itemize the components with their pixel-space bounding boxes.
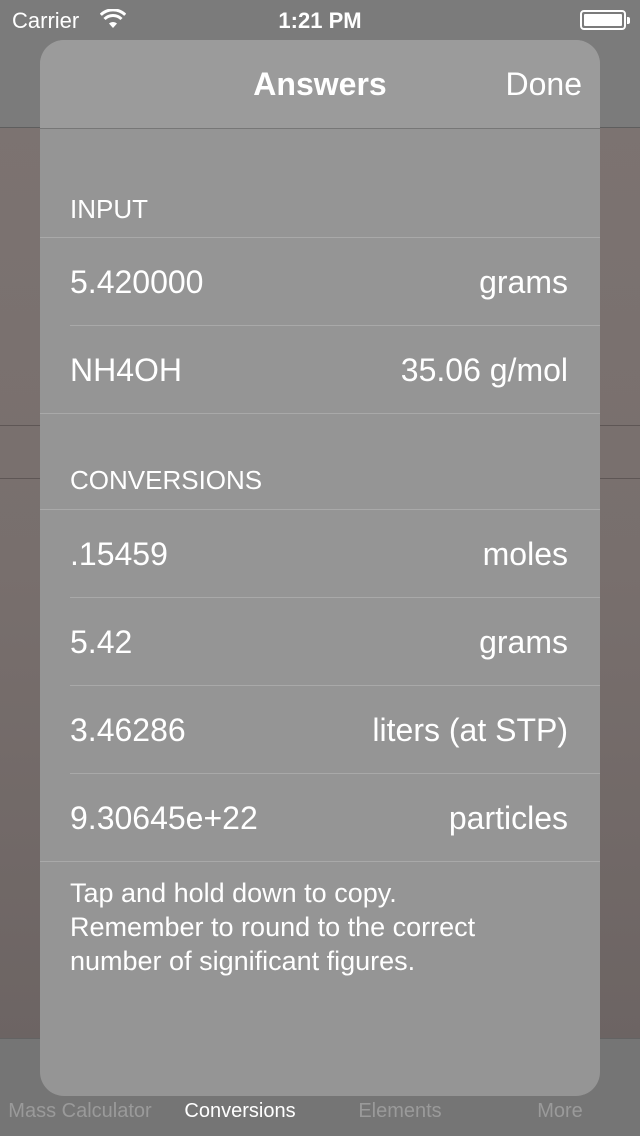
sheet-header: Answers Done [40, 40, 600, 129]
row-divider [40, 861, 600, 862]
tab-elements[interactable]: Elements [320, 1100, 480, 1123]
input-section-header: INPUT [70, 194, 148, 224]
row-value: 5.420000 [70, 264, 204, 300]
footer-line: Tap and hold down to copy. [70, 878, 397, 908]
tab-more[interactable]: More [480, 1100, 640, 1123]
conversions-section-header: CONVERSIONS [70, 465, 263, 495]
conversion-row-moles[interactable]: .15459 moles [70, 510, 600, 598]
footer-line: number of significant figures. [70, 946, 416, 976]
battery-icon [580, 10, 630, 30]
input-row-compound[interactable]: NH4OH 35.06 g/mol [40, 326, 600, 414]
tab-mass-calculator[interactable]: Mass Calculator [0, 1100, 160, 1123]
status-time: 1:21 PM [278, 8, 362, 33]
conversion-row-particles[interactable]: 9.30645e+22 particles [40, 774, 600, 862]
row-divider [40, 413, 600, 414]
tab-conversions[interactable]: Conversions [160, 1100, 320, 1123]
row-value: 3.46286 [70, 712, 186, 748]
answers-sheet: Answers Done INPUT 5.420000 grams NH4OH … [40, 40, 600, 1096]
row-value: 5.42 [70, 624, 133, 660]
conversion-row-liters[interactable]: 3.46286 liters (at STP) [70, 686, 600, 774]
row-unit: liters (at STP) [372, 712, 568, 748]
row-value: 9.30645e+22 [70, 800, 258, 836]
row-unit: grams [479, 264, 568, 300]
row-unit: particles [448, 800, 568, 836]
input-row-mass[interactable]: 5.420000 grams [70, 238, 600, 326]
footer-line: Remember to round to the correct [70, 912, 476, 942]
row-value: NH4OH [70, 352, 183, 388]
row-value: .15459 [70, 536, 168, 572]
done-button[interactable]: Done [506, 66, 583, 103]
row-unit: moles [482, 536, 568, 572]
status-bar: Carrier 1:21 PM [0, 0, 640, 40]
row-unit: grams [479, 624, 568, 660]
conversion-row-grams[interactable]: 5.42 grams [70, 598, 600, 686]
row-unit: 35.06 g/mol [400, 352, 568, 388]
footer-note: Tap and hold down to copy. Remember to r… [70, 876, 570, 978]
